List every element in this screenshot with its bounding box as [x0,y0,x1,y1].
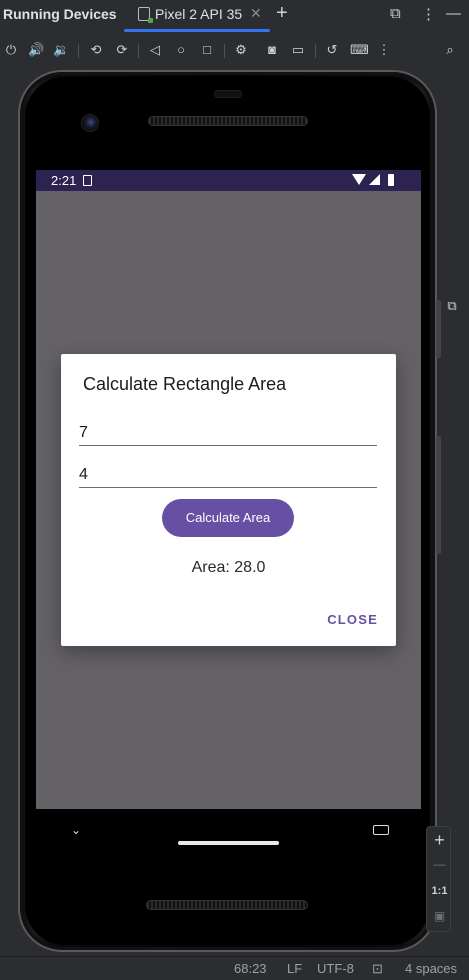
volume-side-button [436,436,441,554]
chevron-down-icon[interactable]: ⌄ [71,823,81,837]
android-nav-bar: ⌄ [36,809,421,855]
more-icon[interactable]: ⋮ [376,42,392,58]
reset-icon[interactable]: ↺ [324,42,340,58]
device-screen[interactable]: 2:21 Calculate Rectangle Area Calculate … [36,170,421,809]
rotate-right-icon[interactable]: ⟳ [114,42,130,58]
line-ending[interactable]: LF [287,961,302,976]
keyboard-switch-icon[interactable] [373,825,389,835]
top-speaker [148,116,308,126]
length-field[interactable] [79,414,377,446]
zoom-1-to-1-button[interactable]: 1:1 [427,885,452,897]
emulator-toolbar: ⏻ 🔊 🔉 ⟲ ⟳ ◁ ○ □ ⚙ ◙ ▭ ↺ ⌨ ⋮ ⌕ [0,36,469,66]
wifi-icon [352,174,366,185]
screenshot-icon[interactable]: ◙ [264,42,280,58]
notifications-icon[interactable]: ⊡ [372,961,383,977]
device-settings-icon[interactable]: ⚙ [233,42,249,58]
calculate-area-button[interactable]: Calculate Area [162,499,294,537]
cell-signal-icon [369,174,380,185]
window-layout-icon[interactable]: ⧉ [390,5,401,22]
status-time: 2:21 [51,173,77,188]
zoom-out-icon[interactable]: — [427,857,452,871]
right-strip: ⧉ [438,66,469,956]
battery-icon [388,174,394,186]
bottom-speaker [146,900,308,910]
close-tab-icon[interactable]: ✕ [250,5,262,22]
length-input[interactable] [79,424,377,442]
tab-pixel-2-api-35[interactable]: Pixel 2 API 35 ✕ [124,0,271,34]
power-side-button [436,300,441,358]
zoom-panel: + — 1:1 ▣ [426,826,451,932]
emulator-extended-icon[interactable]: ⧉ [444,298,460,314]
proximity-sensor [214,90,242,98]
front-camera-icon [81,114,99,132]
device-icon [138,7,153,23]
power-icon[interactable]: ⏻ [3,42,19,58]
tool-window-title: Running Devices [3,6,117,22]
area-dialog: Calculate Rectangle Area Calculate Area … [61,354,396,646]
area-result: Area: 28.0 [191,559,266,576]
zoom-in-icon[interactable]: + [427,830,452,851]
caret-position[interactable]: 68:23 [234,961,267,976]
volume-up-icon[interactable]: 🔊 [28,42,44,58]
tab-label: Pixel 2 API 35 [155,6,243,22]
minimize-icon[interactable]: — [446,5,461,22]
dialog-title: Calculate Rectangle Area [83,374,287,394]
android-status-bar: 2:21 [36,170,421,191]
indent-setting[interactable]: 4 spaces [405,961,457,976]
file-encoding[interactable]: UTF-8 [317,961,354,976]
width-input[interactable] [79,466,377,484]
volume-down-icon[interactable]: 🔉 [53,42,69,58]
home-icon[interactable]: ○ [173,42,189,58]
zoom-fit-icon[interactable]: ▣ [427,909,452,923]
keyboard-icon[interactable]: ⌨ [350,42,369,58]
width-field[interactable] [79,456,377,488]
overview-icon[interactable]: □ [199,42,215,58]
title-bar: Running Devices Pixel 2 API 35 ✕ + ⧉ ⋮ — [0,0,469,32]
rotate-left-icon[interactable]: ⟲ [88,42,104,58]
screen-record-icon[interactable]: ▭ [290,42,306,58]
active-tab-indicator [124,29,270,32]
ide-status-bar: 68:23 LF UTF-8 ⊡ 4 spaces [0,956,469,980]
add-tab-icon[interactable]: + [276,2,288,25]
search-device-icon[interactable]: ⌕ [442,42,458,58]
sim-card-icon [83,175,92,186]
close-button[interactable]: CLOSE [327,612,378,627]
options-menu-icon[interactable]: ⋮ [421,5,436,23]
home-gesture-handle[interactable] [178,841,279,845]
back-icon[interactable]: ◁ [147,42,163,58]
